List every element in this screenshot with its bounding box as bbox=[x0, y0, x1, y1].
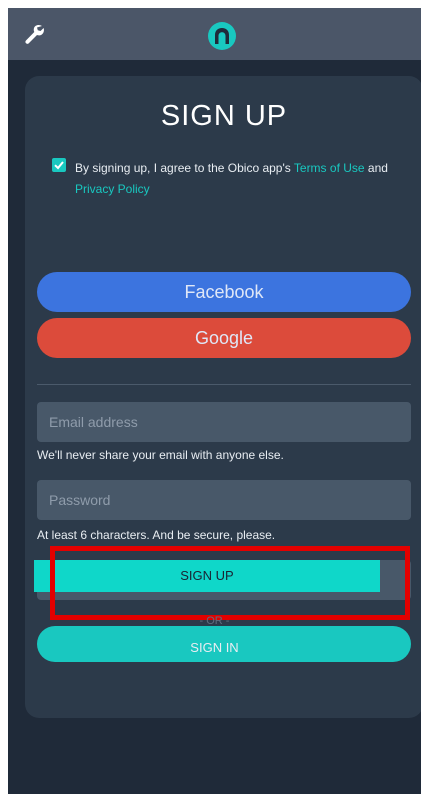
signin-link[interactable]: SIGN IN bbox=[8, 640, 421, 655]
terms-link[interactable]: Terms of Use bbox=[294, 161, 365, 175]
wrench-icon[interactable] bbox=[22, 22, 46, 46]
agree-checkbox[interactable] bbox=[52, 158, 66, 172]
or-separator: - OR - bbox=[199, 615, 230, 627]
checkmark-icon bbox=[54, 161, 64, 170]
email-hint: We'll never share your email with anyone… bbox=[37, 448, 284, 462]
top-bar bbox=[8, 8, 421, 60]
google-button[interactable]: Google bbox=[37, 318, 411, 358]
email-field[interactable]: Email address bbox=[37, 402, 411, 442]
divider bbox=[37, 384, 411, 385]
page-title: SIGN UP bbox=[160, 100, 288, 132]
highlight-box bbox=[50, 546, 410, 620]
password-hint: At least 6 characters. And be secure, pl… bbox=[37, 528, 276, 542]
privacy-link[interactable]: Privacy Policy bbox=[75, 182, 150, 196]
agree-text: By signing up, I agree to the Obico app'… bbox=[75, 158, 395, 200]
obico-logo-icon bbox=[207, 21, 237, 51]
phone-screen: SIGN UP By signing up, I agree to the Ob… bbox=[8, 8, 421, 794]
agree-prefix: By signing up, I agree to the Obico app'… bbox=[75, 161, 294, 175]
agree-and: and bbox=[364, 161, 388, 175]
facebook-button[interactable]: Facebook bbox=[37, 272, 411, 312]
home-indicator bbox=[150, 796, 300, 801]
password-field[interactable]: Password bbox=[37, 480, 411, 520]
